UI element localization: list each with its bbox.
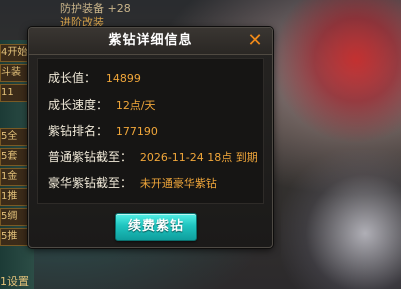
info-value: 2026-11-24 18点 到期: [139, 151, 258, 164]
info-label: 豪华紫钻截至：: [48, 176, 133, 190]
close-icon[interactable]: ✕: [246, 32, 264, 50]
info-row-growth-speed: 成长速度： 12点/天: [48, 96, 156, 114]
renew-purple-diamond-button[interactable]: 续费紫钻: [115, 213, 197, 241]
info-label: 成长值：: [48, 71, 97, 85]
info-label: 紫钻排名：: [48, 124, 109, 138]
purple-diamond-info-dialog: 紫钻详细信息 ✕ 成长值： 14899 成长速度： 12点/天 紫钻排名： 17…: [28, 27, 273, 248]
game-scene: 防护装备 +28 进阶改装 4开始 斗装 11 5全 5套 1金 1推 5绸 5…: [0, 0, 401, 289]
dialog-title: 紫钻详细信息: [108, 33, 193, 48]
info-label: 普通紫钻截至：: [48, 150, 133, 164]
info-value: 177190: [115, 125, 158, 138]
dialog-header: 紫钻详细信息 ✕: [29, 28, 272, 55]
background-character-red: [251, 0, 401, 150]
info-row-growth-value: 成长值： 14899: [48, 69, 141, 87]
info-value: 未开通豪华紫钻: [139, 177, 217, 190]
background-character-white: [281, 150, 401, 289]
info-value: 12点/天: [115, 99, 156, 112]
info-row-deluxe-expiry: 豪华紫钻截至： 未开通豪华紫钻: [48, 174, 217, 192]
info-row-rank: 紫钻排名： 177190: [48, 122, 158, 140]
info-panel: 成长值： 14899 成长速度： 12点/天 紫钻排名： 177190 普通紫钻…: [37, 58, 264, 204]
info-row-normal-expiry: 普通紫钻截至： 2026-11-24 18点 到期: [48, 148, 258, 166]
info-value: 14899: [105, 72, 141, 85]
background-bottom-text: 1设置: [0, 275, 29, 288]
info-label: 成长速度：: [48, 98, 109, 112]
